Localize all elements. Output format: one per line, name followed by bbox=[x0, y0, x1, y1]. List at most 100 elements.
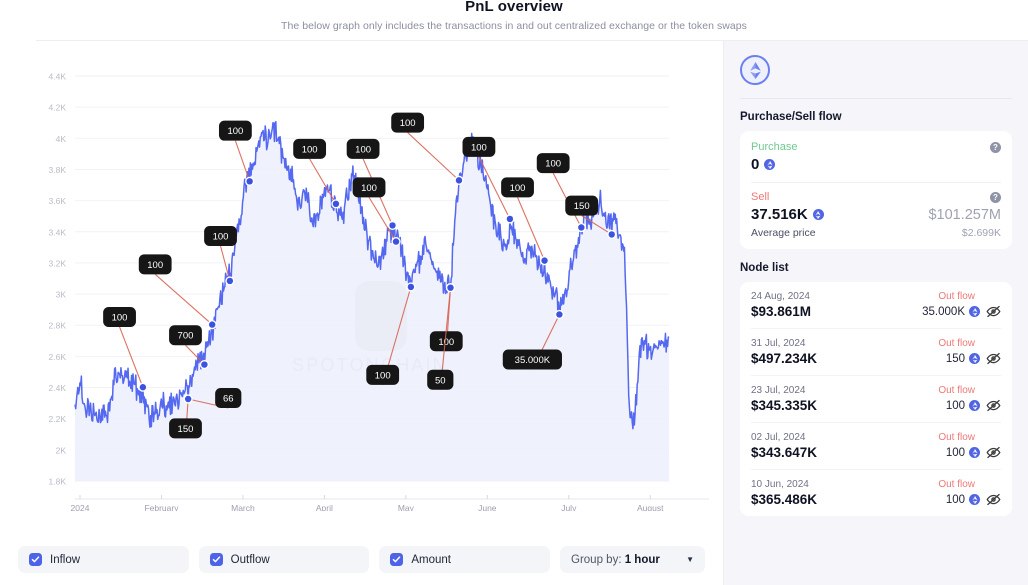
chart-annotation[interactable]: 100 bbox=[204, 225, 237, 246]
eye-off-icon[interactable] bbox=[986, 492, 1001, 507]
pnl-line-chart[interactable]: 4.4K 4.2K 4K 3.8K 3.6K 3.4K 3.2K 3K 2.8K 2.6K 2.4K… bbox=[0, 41, 723, 511]
node-date: 31 Jul, 2024 bbox=[751, 338, 806, 349]
node-usd-value: $93.861M bbox=[751, 304, 812, 319]
node-list-item[interactable]: 31 Jul, 2024 Out flow $497.234K 150 bbox=[751, 329, 1001, 376]
group-by-dropdown[interactable]: Group by: 1 hour ▼ bbox=[560, 546, 706, 573]
ethereum-token-icon bbox=[812, 209, 824, 220]
chart-annotation[interactable]: 150 bbox=[169, 418, 202, 439]
purchase-amount: 0 bbox=[751, 156, 776, 173]
annotation-marker bbox=[556, 311, 563, 318]
chart-annotation[interactable]: 100 bbox=[103, 306, 136, 327]
node-item-header: 31 Jul, 2024 Out flow bbox=[751, 338, 1001, 349]
annotation-marker bbox=[407, 283, 415, 291]
average-price-label: Average price bbox=[751, 227, 816, 239]
chart-annotation[interactable]: 100 bbox=[536, 153, 570, 174]
checkbox-checked-icon[interactable] bbox=[209, 553, 223, 566]
node-item-header: 10 Jun, 2024 Out flow bbox=[751, 479, 1001, 490]
eye-off-icon[interactable] bbox=[986, 398, 1001, 413]
node-amount-value: 150 bbox=[945, 352, 965, 365]
sidebar-divider bbox=[740, 98, 1012, 99]
checkbox-checked-icon[interactable] bbox=[390, 553, 404, 566]
chart-annotation[interactable]: 66 bbox=[215, 387, 242, 408]
annotation-marker bbox=[201, 361, 208, 368]
annotation-marker bbox=[184, 395, 192, 403]
purchase-label: Purchase bbox=[751, 141, 798, 153]
annotation-marker bbox=[332, 200, 340, 208]
ethereum-token-icon bbox=[969, 353, 980, 364]
svg-text:2K: 2K bbox=[56, 445, 67, 455]
svg-text:100: 100 bbox=[361, 183, 377, 194]
svg-text:August: August bbox=[637, 503, 664, 511]
chart-annotation[interactable]: 100 bbox=[346, 138, 380, 159]
purchase-help-icon[interactable]: ? bbox=[990, 141, 1001, 153]
chart-annotation[interactable]: 100 bbox=[391, 112, 425, 133]
sell-help-icon[interactable]: ? bbox=[990, 191, 1001, 203]
eye-off-icon[interactable] bbox=[986, 304, 1001, 319]
node-amount-value: 100 bbox=[945, 399, 965, 412]
svg-text:3.8K: 3.8K bbox=[49, 165, 67, 175]
chart-annotation[interactable]: 100 bbox=[462, 136, 496, 157]
svg-text:May: May bbox=[398, 503, 415, 511]
svg-text:3.4K: 3.4K bbox=[49, 227, 67, 237]
node-list-item[interactable]: 23 Jul, 2024 Out flow $345.335K 100 bbox=[751, 376, 1001, 423]
node-date: 02 Jul, 2024 bbox=[751, 432, 806, 443]
chart-annotation[interactable]: 700 bbox=[169, 325, 202, 346]
node-list-heading: Node list bbox=[740, 262, 789, 274]
annotation-marker bbox=[541, 257, 548, 264]
svg-text:February: February bbox=[144, 503, 179, 511]
annotation-connector bbox=[407, 132, 460, 181]
eye-off-icon[interactable] bbox=[986, 351, 1001, 366]
legend-label-outflow: Outflow bbox=[230, 553, 270, 566]
chart-annotation[interactable]: 100 bbox=[352, 177, 386, 198]
svg-text:2.4K: 2.4K bbox=[49, 383, 67, 393]
sell-amount-value: 37.516K bbox=[751, 206, 808, 223]
legend-toggle-outflow[interactable]: Outflow bbox=[198, 546, 370, 573]
checkbox-checked-icon[interactable] bbox=[29, 553, 42, 566]
svg-text:4.4K: 4.4K bbox=[49, 72, 67, 82]
chart-annotation[interactable]: 100 bbox=[366, 364, 400, 385]
svg-text:100: 100 bbox=[545, 159, 561, 170]
svg-text:35.000K: 35.000K bbox=[515, 355, 551, 366]
svg-text:June: June bbox=[478, 503, 497, 511]
eye-off-icon[interactable] bbox=[986, 445, 1001, 460]
average-price-value: $2.699K bbox=[961, 227, 1001, 239]
node-token-amount: 100 bbox=[946, 447, 980, 459]
flow-card-divider bbox=[751, 182, 1001, 183]
chart-annotation[interactable]: 35.000K bbox=[502, 349, 562, 370]
node-list-item[interactable]: 10 Jun, 2024 Out flow $365.486K 100 bbox=[751, 470, 1001, 516]
chart-annotation[interactable]: 50 bbox=[427, 369, 454, 390]
svg-text:2.8K: 2.8K bbox=[49, 321, 67, 331]
annotation-marker bbox=[447, 284, 454, 291]
sell-row-header: Sell ? bbox=[751, 191, 1001, 203]
node-usd-value: $365.486K bbox=[751, 492, 818, 507]
chart-annotation[interactable]: 100 bbox=[218, 120, 252, 141]
annotation-marker bbox=[506, 215, 514, 223]
node-usd-value: $345.335K bbox=[751, 398, 818, 413]
ethereum-token-icon bbox=[969, 447, 980, 458]
ethereum-token-icon bbox=[969, 494, 980, 505]
page-title: PnL overview bbox=[465, 0, 563, 15]
chart-annotation[interactable]: 100 bbox=[501, 177, 534, 198]
node-date: 23 Jul, 2024 bbox=[751, 385, 806, 396]
svg-text:2024: 2024 bbox=[71, 503, 90, 511]
node-amount-value: 100 bbox=[945, 493, 965, 506]
ethereum-icon bbox=[740, 55, 770, 85]
pnl-overview-page: PnL overview The below graph only includ… bbox=[0, 0, 1028, 585]
chart-annotation[interactable]: 150 bbox=[565, 195, 599, 216]
chart-plot-area[interactable]: 4.4K 4.2K 4K 3.8K 3.6K 3.4K 3.2K 3K 2.8K 2.6K 2.4K… bbox=[0, 41, 723, 511]
legend-toggle-inflow[interactable]: Inflow bbox=[18, 546, 189, 573]
node-item-values: $497.234K 150 bbox=[751, 351, 1001, 366]
annotation-marker bbox=[389, 222, 396, 229]
chevron-down-icon[interactable]: ▼ bbox=[686, 555, 694, 564]
page-header: PnL overview The below graph only includ… bbox=[0, 0, 1028, 40]
node-list-item[interactable]: 02 Jul, 2024 Out flow $343.647K 100 bbox=[751, 423, 1001, 470]
chart-annotation[interactable]: 100 bbox=[293, 138, 327, 159]
group-by-prefix: Group by: bbox=[571, 553, 625, 566]
annotation-marker bbox=[608, 231, 615, 238]
node-flow-direction: Out flow bbox=[938, 338, 975, 349]
node-flow-direction: Out flow bbox=[938, 479, 975, 490]
node-list-item[interactable]: 24 Aug, 2024 Out flow $93.861M 35.000K bbox=[751, 282, 1001, 329]
chart-annotation[interactable]: 100 bbox=[138, 254, 172, 275]
legend-toggle-amount[interactable]: Amount bbox=[379, 546, 551, 573]
node-date: 10 Jun, 2024 bbox=[751, 479, 809, 490]
